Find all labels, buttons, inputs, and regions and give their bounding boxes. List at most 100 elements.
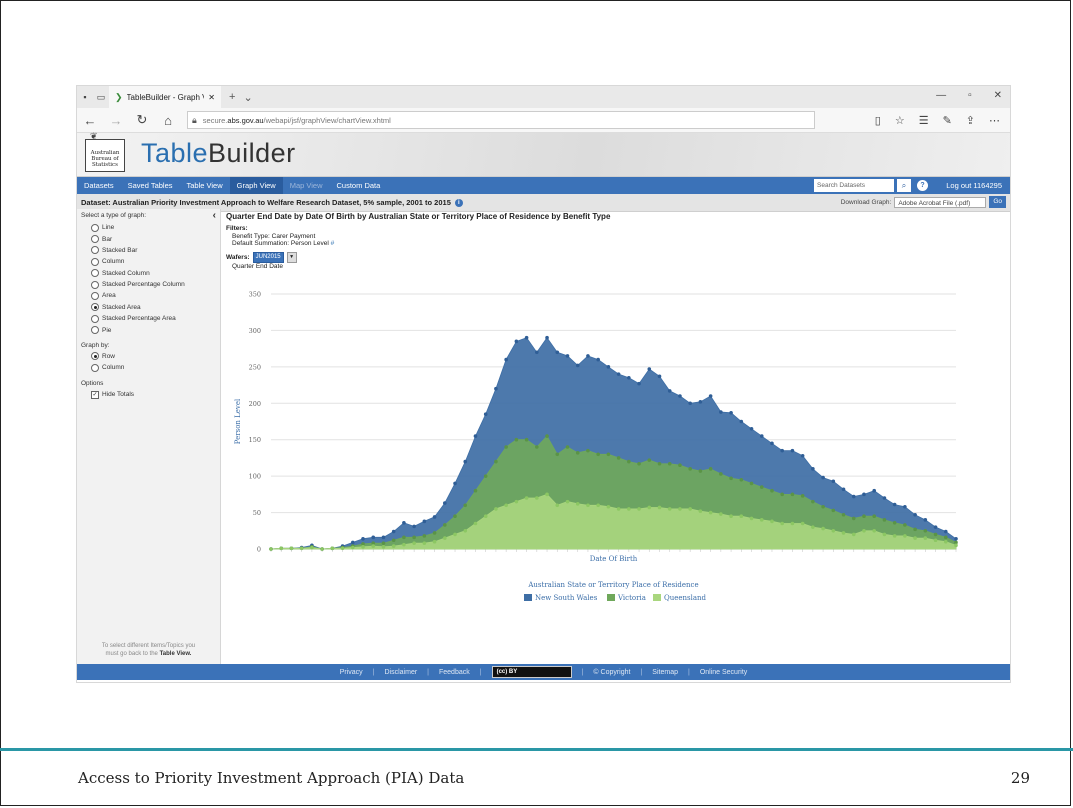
minimize-icon[interactable]: — xyxy=(936,90,946,101)
data-point xyxy=(800,521,805,526)
graph-type-option[interactable]: Line xyxy=(77,222,220,233)
logout-link[interactable]: Log out 1164295 xyxy=(946,177,1002,194)
data-point xyxy=(770,519,774,524)
graph-type-option[interactable]: Bar xyxy=(77,233,220,244)
data-point xyxy=(739,514,744,519)
data-point xyxy=(545,492,549,497)
footer-sitemap-link[interactable]: Sitemap xyxy=(652,669,678,676)
abs-logo[interactable]: Australian Bureau of Statistics xyxy=(85,139,125,172)
data-point xyxy=(678,394,682,398)
close-window-icon[interactable]: ✕ xyxy=(994,90,1002,101)
data-point xyxy=(606,365,611,369)
creative-commons-badge[interactable]: (cc) BY xyxy=(491,666,572,678)
favorite-star-icon[interactable]: ☆ xyxy=(895,114,905,127)
tab-list-chevron-icon[interactable]: ⌄ xyxy=(243,91,252,104)
menu-custom-data[interactable]: Custom Data xyxy=(330,177,388,194)
main-menu: Datasets Saved Tables Table View Graph V… xyxy=(77,177,1010,194)
go-button[interactable]: Go xyxy=(989,196,1006,208)
data-point xyxy=(299,546,304,551)
url-field[interactable]: 🔒︎ secure. abs.gov.au/webapi/jsf/graphVie… xyxy=(187,111,815,129)
data-point xyxy=(422,519,427,524)
site-favicon-icon: ❯ xyxy=(115,91,123,102)
share-icon[interactable]: ⇪ xyxy=(966,114,975,127)
radio-icon xyxy=(91,223,99,232)
data-point xyxy=(637,381,641,386)
menu-map-view[interactable]: Map View xyxy=(283,177,330,194)
graph-type-option[interactable]: Stacked Area xyxy=(77,302,220,313)
search-datasets-input[interactable]: Search Datasets xyxy=(814,179,894,192)
summation-link[interactable]: # xyxy=(331,240,335,247)
data-point xyxy=(432,531,437,535)
graph-type-option[interactable]: Stacked Column xyxy=(77,268,220,279)
data-point xyxy=(729,476,733,481)
menu-graph-view[interactable]: Graph View xyxy=(229,177,283,194)
menu-datasets[interactable]: Datasets xyxy=(77,177,121,194)
data-point xyxy=(913,512,917,517)
graph-by-option[interactable]: Row xyxy=(77,351,220,362)
favorites-hub-icon[interactable]: ☰ xyxy=(919,114,929,127)
more-icon[interactable]: ⋯ xyxy=(989,114,1000,127)
footer-privacy-link[interactable]: Privacy xyxy=(340,669,363,676)
graph-type-option[interactable]: Area xyxy=(77,290,220,301)
data-point xyxy=(749,481,754,486)
data-point xyxy=(790,521,795,526)
hide-totals-checkbox[interactable]: ✓ Hide Totals xyxy=(77,389,220,401)
new-tab-icon[interactable]: + xyxy=(229,91,235,103)
window-controls: — ▫ ✕ xyxy=(936,90,1002,101)
graph-type-label: Pie xyxy=(102,326,112,334)
data-point xyxy=(616,372,621,376)
graph-type-option[interactable]: Column xyxy=(77,256,220,267)
reading-view-icon[interactable]: ▯ xyxy=(875,114,881,127)
collapse-panel-icon[interactable]: ‹ xyxy=(213,211,216,221)
graph-type-label: Select a type of graph: xyxy=(81,212,147,219)
filter-benefit-type: Benefit Type: Carer Payment xyxy=(232,232,316,240)
menu-saved-tables[interactable]: Saved Tables xyxy=(121,177,180,194)
tab-preview-icon[interactable]: ▭ xyxy=(93,92,109,103)
info-icon[interactable]: i xyxy=(454,198,463,207)
search-icon[interactable]: ⌕ xyxy=(897,179,911,192)
data-point xyxy=(586,354,590,358)
footer-copyright-link[interactable]: © Copyright xyxy=(593,669,630,676)
graph-type-option[interactable]: Pie xyxy=(77,324,220,335)
y-tick-label: 0 xyxy=(257,546,261,554)
help-icon[interactable]: ? xyxy=(917,180,928,191)
data-point xyxy=(371,535,376,540)
browser-window: ▪ ▭ ❯ TableBuilder - Graph Vie ✕ + ⌄ — ▫… xyxy=(77,86,1010,682)
refresh-icon[interactable]: ↻ xyxy=(129,112,155,128)
radio-icon xyxy=(91,291,99,300)
home-icon[interactable]: ⌂ xyxy=(155,113,181,128)
data-point xyxy=(667,507,672,511)
footer-online-security-link[interactable]: Online Security xyxy=(700,669,747,676)
graph-type-option[interactable]: Stacked Bar xyxy=(77,245,220,256)
wafers-select[interactable]: JUN2015 xyxy=(252,251,284,263)
tab-close-icon[interactable]: ✕ xyxy=(208,93,215,102)
maximize-icon[interactable]: ▫ xyxy=(968,90,972,101)
data-point xyxy=(586,448,590,453)
pen-icon[interactable]: ✎ xyxy=(943,114,952,127)
data-point xyxy=(903,523,907,527)
graph-type-option[interactable]: Stacked Percentage Column xyxy=(77,279,220,290)
radio-icon xyxy=(91,269,99,278)
data-point xyxy=(514,437,519,442)
menu-table-view[interactable]: Table View xyxy=(180,177,230,194)
data-point xyxy=(524,437,529,442)
footer-disclaimer-link[interactable]: Disclaimer xyxy=(385,669,418,676)
data-point xyxy=(596,452,600,457)
forward-icon[interactable]: → xyxy=(103,113,129,128)
data-point xyxy=(780,448,784,453)
tab-actions-icon[interactable]: ▪ xyxy=(77,92,93,102)
data-point xyxy=(637,507,641,511)
graph-by-option[interactable]: Column xyxy=(77,362,220,373)
back-icon[interactable]: ← xyxy=(77,113,103,128)
footer-feedback-link[interactable]: Feedback xyxy=(439,669,470,676)
browser-tab[interactable]: ❯ TableBuilder - Graph Vie ✕ xyxy=(109,86,221,108)
table-view-link[interactable]: Table View. xyxy=(160,651,192,657)
data-point xyxy=(473,521,478,526)
graph-type-list: Line Bar Stacked Bar Column Stacked Column St… xyxy=(77,222,220,336)
graph-type-option[interactable]: Stacked Percentage Area xyxy=(77,313,220,324)
download-format-select[interactable]: Adobe Acrobat File (.pdf) xyxy=(894,196,987,208)
wafers-dropdown-icon[interactable]: ▼ xyxy=(286,251,297,263)
data-point xyxy=(749,516,754,521)
footer-separator: | xyxy=(479,668,482,676)
download-label: Download Graph: xyxy=(840,198,892,206)
